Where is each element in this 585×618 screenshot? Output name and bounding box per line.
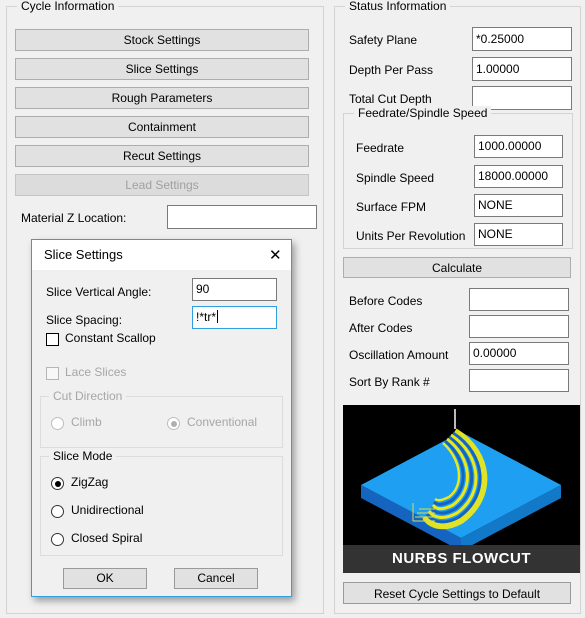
constant-scallop-label: Constant Scallop: [65, 331, 156, 345]
close-icon[interactable]: ✕: [263, 244, 285, 266]
stock-settings-button[interactable]: Stock Settings: [15, 29, 309, 51]
cut-direction-climb-radio: [51, 417, 64, 430]
depth-per-pass-input[interactable]: 1.00000: [472, 57, 572, 81]
lace-slices-checkbox: [46, 367, 59, 380]
status-information-panel: Status Information Safety Plane *0.25000…: [334, 0, 581, 614]
after-codes-input[interactable]: [469, 315, 569, 338]
reset-cycle-settings-button[interactable]: Reset Cycle Settings to Default: [343, 582, 571, 604]
cut-direction-conventional-radio: [167, 417, 180, 430]
slice-spacing-input[interactable]: !*tr*: [192, 306, 277, 329]
slice-mode-unidirectional-label[interactable]: Unidirectional: [71, 503, 144, 517]
material-z-location-label: Material Z Location:: [21, 211, 127, 225]
cut-direction-group: Cut Direction Climb Conventional: [40, 389, 283, 448]
dialog-title: Slice Settings: [44, 247, 123, 262]
cut-direction-title: Cut Direction: [49, 389, 127, 403]
units-per-revolution-label: Units Per Revolution: [356, 229, 466, 243]
cancel-button[interactable]: Cancel: [174, 568, 258, 589]
cycle-preview-image: NURBS FLOWCUT: [343, 405, 580, 573]
slice-mode-zigzag-label[interactable]: ZigZag: [71, 475, 108, 489]
calculate-button[interactable]: Calculate: [343, 257, 571, 278]
feedrate-label: Feedrate: [356, 141, 405, 155]
recut-settings-button[interactable]: Recut Settings: [15, 145, 309, 167]
slice-mode-group: Slice Mode ZigZag Unidirectional Closed …: [40, 449, 283, 556]
lead-settings-button: Lead Settings: [15, 174, 309, 196]
feedrate-spindle-speed-group: Feedrate/Spindle Speed Feedrate 1000.000…: [343, 106, 573, 249]
total-cut-depth-label: Total Cut Depth: [349, 92, 432, 106]
slice-spacing-value: !*tr*: [196, 310, 217, 324]
feedrate-spindle-speed-title: Feedrate/Spindle Speed: [354, 106, 492, 120]
oscillation-amount-input[interactable]: 0.00000: [469, 342, 569, 365]
containment-button[interactable]: Containment: [15, 116, 309, 138]
before-codes-input[interactable]: [469, 288, 569, 311]
sort-by-rank-label: Sort By Rank #: [349, 375, 430, 389]
surface-fpm-input[interactable]: NONE: [474, 194, 563, 217]
cut-direction-conventional-label: Conventional: [187, 415, 258, 429]
feedrate-input[interactable]: 1000.00000: [474, 135, 563, 158]
slice-spacing-label: Slice Spacing:: [46, 313, 123, 327]
slice-vertical-angle-input[interactable]: 90: [192, 278, 277, 301]
sort-by-rank-input[interactable]: [469, 369, 569, 392]
slice-settings-dialog: Slice Settings ✕ Slice Vertical Angle: 9…: [31, 239, 292, 597]
slice-mode-zigzag-radio[interactable]: [51, 477, 64, 490]
slice-mode-closed-spiral-radio[interactable]: [51, 533, 64, 546]
material-z-location-input[interactable]: [167, 205, 317, 229]
surface-fpm-label: Surface FPM: [356, 200, 427, 214]
constant-scallop-checkbox[interactable]: [46, 333, 59, 346]
lace-slices-label: Lace Slices: [65, 365, 127, 379]
preview-caption: NURBS FLOWCUT: [343, 545, 580, 573]
dialog-titlebar[interactable]: Slice Settings ✕: [32, 240, 291, 270]
slice-settings-button[interactable]: Slice Settings: [15, 58, 309, 80]
after-codes-label: After Codes: [349, 321, 413, 335]
oscillation-amount-label: Oscillation Amount: [349, 348, 449, 362]
rough-parameters-button[interactable]: Rough Parameters: [15, 87, 309, 109]
spindle-speed-label: Spindle Speed: [356, 171, 435, 185]
safety-plane-input[interactable]: *0.25000: [472, 27, 572, 51]
cycle-information-title: Cycle Information: [17, 0, 119, 13]
ok-button[interactable]: OK: [63, 568, 147, 589]
spindle-speed-input[interactable]: 18000.00000: [474, 165, 563, 188]
units-per-revolution-input[interactable]: NONE: [474, 223, 563, 246]
slice-mode-closed-spiral-label[interactable]: Closed Spiral: [71, 531, 142, 545]
depth-per-pass-label: Depth Per Pass: [349, 63, 434, 77]
before-codes-label: Before Codes: [349, 294, 423, 308]
slice-vertical-angle-label: Slice Vertical Angle:: [46, 285, 152, 299]
cut-direction-climb-label: Climb: [71, 415, 102, 429]
text-caret: [217, 310, 219, 323]
status-information-title: Status Information: [345, 0, 451, 13]
slice-mode-title: Slice Mode: [49, 449, 117, 463]
slice-mode-unidirectional-radio[interactable]: [51, 505, 64, 518]
safety-plane-label: Safety Plane: [349, 33, 418, 47]
